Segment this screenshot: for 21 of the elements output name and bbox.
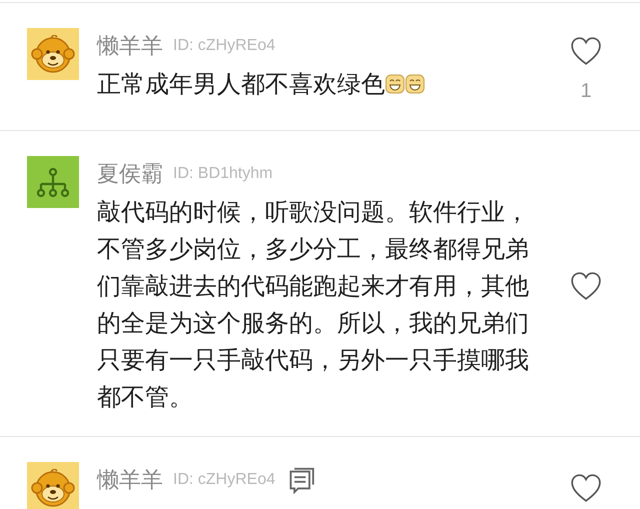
comment-text: 正常成年男人都不喜欢绿色: [97, 66, 529, 103]
user-avatar[interactable]: [27, 28, 79, 80]
user-name[interactable]: 懒羊羊: [97, 465, 163, 495]
user-id: ID: cZHyREo4: [173, 37, 276, 55]
user-name[interactable]: 懒羊羊: [97, 31, 163, 61]
user-name[interactable]: 夏侯霸: [97, 159, 163, 189]
like-icon[interactable]: [570, 473, 602, 503]
user-id: ID: BD1htyhm: [173, 165, 273, 183]
comment-icon[interactable]: [287, 466, 316, 494]
like-count: 1: [580, 80, 592, 102]
comment-text: 敲代码的时候，听歌没问题。软件行业，不管多少岗位，多少分工，最终都得兄弟们靠敲进去的代码能跑起来才有用，其他的全是为这个服务的。所以，我的兄弟们只要有一只手敲代码，另外一只手摸哪我都不管。: [97, 198, 529, 413]
user-id: ID: cZHyREo4: [173, 471, 276, 489]
grin-emoji-icon: [405, 74, 425, 94]
monkey-icon: [30, 34, 76, 74]
monkey-icon: [30, 468, 76, 508]
user-avatar[interactable]: [27, 462, 79, 509]
grin-emoji-icon: [385, 74, 405, 94]
user-avatar[interactable]: [27, 156, 79, 208]
tree-diagram-icon: [37, 166, 69, 198]
like-icon[interactable]: [570, 36, 602, 66]
like-icon[interactable]: [570, 271, 602, 301]
